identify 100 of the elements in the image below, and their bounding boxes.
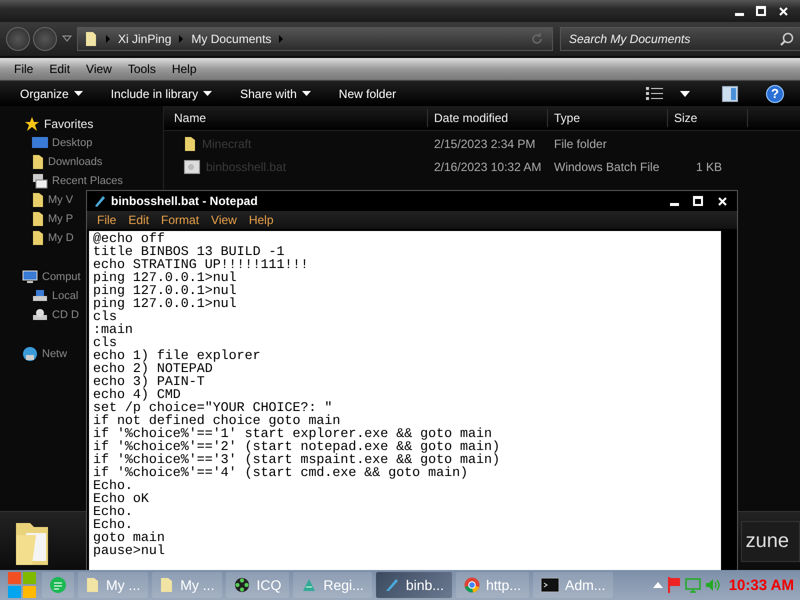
code-line: ping 127.0.0.1>nul	[93, 297, 238, 310]
sidebar-item[interactable]: My V	[0, 190, 76, 209]
browser-icon	[464, 577, 480, 593]
column-header[interactable]: Size	[668, 109, 748, 127]
tray-arrow-icon[interactable]	[652, 581, 663, 589]
start-button[interactable]	[6, 570, 38, 600]
caret-icon	[74, 90, 83, 96]
terminal-icon	[541, 578, 559, 592]
column-header[interactable]: Date modified	[428, 109, 548, 127]
table-cell-text: Windows Batch File	[553, 160, 660, 174]
menu-item[interactable]: Edit	[41, 62, 78, 76]
maximize-button[interactable]	[691, 195, 705, 207]
sidebar-item[interactable]: My D	[0, 228, 76, 247]
back-button[interactable]	[6, 27, 30, 51]
code-line: @echo off	[93, 232, 166, 245]
toolbar-button[interactable]: Organize	[20, 86, 83, 100]
taskbar-button[interactable]	[42, 572, 74, 598]
view-list-icon[interactable]	[646, 86, 666, 100]
computer-icon	[32, 172, 48, 188]
computer-icon	[22, 270, 38, 284]
menu-item[interactable]: Format	[155, 213, 206, 227]
notepad-icon	[384, 577, 400, 593]
code-line: if not defined choice goto main	[93, 414, 340, 427]
menu-item[interactable]: Help	[242, 213, 280, 227]
code-line: echo 2) NOTEPAD	[93, 362, 213, 375]
code-line: echo 1) file explorer	[93, 349, 262, 362]
code-line: echo STRATING UP!!!!!111!!!	[93, 258, 310, 271]
code-line: if '%choice%'=='2' (start notepad.exe && goto main)	[93, 440, 501, 453]
toolbar-button[interactable]: New folder	[338, 86, 396, 100]
code-line: cls	[93, 310, 117, 323]
code-line: if '%choice%'=='1' start explorer.exe && goto main	[93, 427, 492, 440]
menu-item[interactable]: Help	[164, 62, 205, 76]
sidebar-item[interactable]: Comput	[0, 267, 83, 286]
preview-pane-icon[interactable]	[722, 86, 738, 102]
code-line: cls	[93, 336, 117, 349]
caret-icon	[302, 90, 311, 96]
history-caret-icon[interactable]	[62, 35, 72, 43]
sidebar-item[interactable]: Netw	[0, 344, 70, 363]
sidebar-item[interactable]: My P	[0, 209, 76, 228]
caret-icon[interactable]	[680, 90, 690, 96]
caret-icon	[203, 90, 212, 96]
code-line: ping 127.0.0.1>nul	[93, 271, 238, 284]
sidebar-item[interactable]: Local	[0, 286, 80, 305]
code-line: Echo oK	[93, 492, 150, 505]
maximize-button[interactable]	[754, 5, 768, 17]
folder-icon	[32, 154, 44, 170]
toolbar-button[interactable]: Include in library	[110, 86, 212, 100]
breadcrumb-arrow-icon	[106, 35, 110, 43]
code-line: if '%choice%'=='4' (start cmd.exe && goto main)	[93, 466, 468, 479]
folder-icon	[184, 136, 196, 152]
window-title: binbosshell.bat - Notepad	[111, 194, 258, 208]
zune-logo: zune	[740, 520, 800, 562]
notepad-icon	[93, 194, 107, 208]
sidebar-item[interactable]: Recent Places	[0, 171, 125, 190]
toolbar-button[interactable]: Share with	[240, 86, 311, 100]
sidebar-item[interactable]: Desktop	[0, 133, 94, 152]
code-line: echo 3) PAIN-T	[93, 375, 206, 388]
forward-button[interactable]	[33, 27, 57, 51]
menu-item[interactable]: Edit	[122, 213, 156, 227]
sidebar-item[interactable]: Favorites	[0, 114, 96, 133]
star-icon	[24, 116, 40, 132]
column-header[interactable]: Name	[164, 109, 428, 127]
sidebar-item[interactable]: Downloads	[0, 152, 104, 171]
sidebar-item[interactable]: CD D	[0, 305, 81, 324]
breadcrumb-item[interactable]: My Documents	[191, 32, 272, 46]
code-line: :main	[93, 323, 134, 336]
code-line: pause>nul	[93, 544, 166, 557]
help-button[interactable]: ?	[766, 84, 784, 102]
folder-icon	[84, 31, 98, 47]
folder-icon	[32, 210, 44, 226]
code-line: ping 127.0.0.1>nul	[93, 284, 238, 297]
table-cell-text: 2/16/2023 10:32 AM	[433, 160, 542, 174]
monitor-icon	[32, 136, 48, 150]
table-cell-text: 2/15/2023 2:34 PM	[433, 136, 536, 150]
taskbar-button[interactable]: binb...	[376, 572, 452, 598]
menu-item[interactable]: File	[91, 213, 122, 227]
code-line: if '%choice%'=='3' (start mspaint.exe && goto main)	[93, 453, 501, 466]
folder-icon	[32, 192, 44, 208]
breadcrumb-arrow-icon	[179, 35, 184, 43]
disc-drive-icon	[32, 308, 48, 322]
column-header[interactable]: Type	[548, 109, 668, 127]
menu-item[interactable]: Tools	[120, 62, 164, 76]
code-line: Echo.	[93, 518, 134, 531]
folder-icon	[86, 577, 100, 593]
code-line: set /p choice="YOUR CHOICE?: "	[93, 401, 332, 414]
code-line: title BINBOS 13 BUILD -1	[93, 245, 286, 258]
menu-item[interactable]: File	[6, 62, 42, 76]
address-bar[interactable]: Xi JinPing My Documents	[77, 27, 553, 51]
breadcrumb-arrow-icon	[279, 35, 284, 43]
flower-icon	[234, 577, 250, 593]
drive-icon	[32, 288, 48, 302]
breadcrumb-item[interactable]: Xi JinPing	[118, 32, 172, 46]
list-icon	[50, 577, 66, 593]
code-line: goto main	[93, 531, 166, 544]
menu-item[interactable]: View	[205, 213, 243, 227]
code-line: Echo.	[93, 505, 134, 518]
menu-item[interactable]: View	[78, 62, 120, 76]
registry-icon	[301, 577, 318, 593]
folder-icon	[160, 577, 174, 593]
search-field[interactable]: Search My Documents	[560, 27, 800, 51]
